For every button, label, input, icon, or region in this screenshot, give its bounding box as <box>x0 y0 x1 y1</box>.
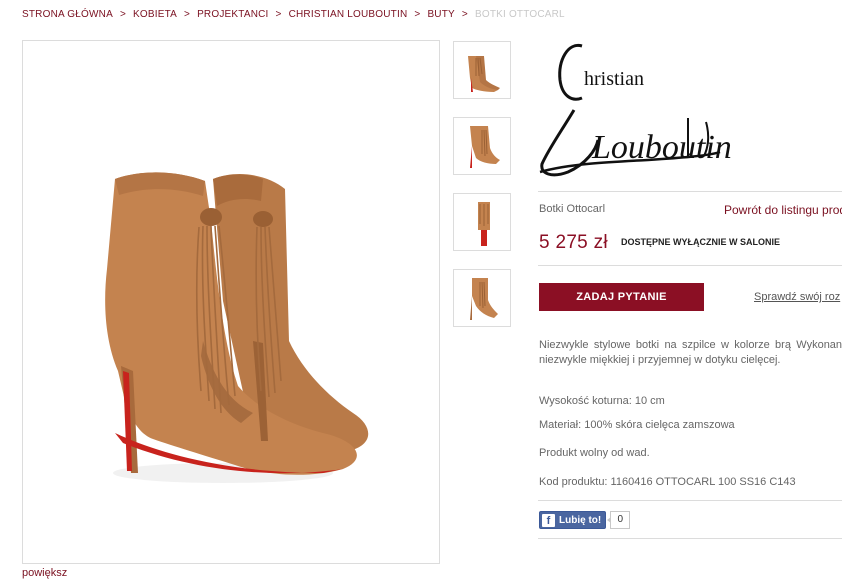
breadcrumb-shoes[interactable]: BUTY <box>427 9 454 20</box>
check-size-link[interactable]: Sprawdź swój roz <box>754 291 840 303</box>
divider <box>538 191 842 192</box>
thumbnail-4[interactable] <box>453 269 511 327</box>
breadcrumb-separator: > <box>184 9 191 20</box>
divider <box>538 265 842 266</box>
thumbnail-1[interactable] <box>453 41 511 99</box>
like-count: 0 <box>607 511 631 529</box>
product-code: Kod produktu: 1160416 OTTOCARL 100 SS16 … <box>539 476 796 488</box>
boot-pair-thumbnail-icon <box>468 56 500 92</box>
zoom-link[interactable]: powiększ <box>22 567 67 579</box>
boot-side-thumbnail-icon <box>470 126 500 168</box>
back-to-listing-link[interactable]: Powrót do listingu prod <box>724 203 842 217</box>
breadcrumb-current: BOTKI OTTOCARL <box>474 9 565 20</box>
heel-height-info: Wysokość koturna: 10 cm <box>539 395 665 407</box>
breadcrumb-home[interactable]: STRONA GŁÓWNA <box>22 9 113 20</box>
breadcrumb: STRONA GŁÓWNA > KOBIETA > PROJEKTANCI > CHRIST… <box>22 9 565 20</box>
material-info: Materiał: 100% skóra cielęca zamszowa <box>539 419 735 431</box>
brand-logo: hristian Louboutin <box>538 40 738 190</box>
breadcrumb-brand[interactable]: CHRISTIAN LOUBOUTIN <box>289 9 408 20</box>
breadcrumb-separator: > <box>461 9 468 20</box>
product-description: Niezwykle stylowe botki na szpilce w kol… <box>539 339 842 366</box>
condition-info: Produkt wolny od wad. <box>539 447 650 459</box>
thumbnail-2[interactable] <box>453 117 511 175</box>
ask-question-button[interactable]: ZADAJ PYTANIE <box>539 283 704 311</box>
facebook-like-widget: f Lubię to! 0 <box>539 511 631 529</box>
facebook-icon: f <box>542 513 555 527</box>
product-name: Botki Ottocarl <box>539 203 606 215</box>
logo-text-louboutin: Louboutin <box>591 129 732 166</box>
logo-text-christian: hristian <box>584 68 644 90</box>
product-price: 5 275 zł <box>539 232 608 253</box>
divider <box>538 538 842 539</box>
facebook-like-button[interactable]: f Lubię to! <box>539 511 607 529</box>
divider <box>538 500 842 501</box>
ankle-boots-illustration <box>105 172 369 483</box>
breadcrumb-designers[interactable]: PROJEKTANCI <box>197 9 268 20</box>
like-label: Lubię to! <box>559 514 602 526</box>
breadcrumb-separator: > <box>275 9 282 20</box>
christian-louboutin-logo-icon: hristian Louboutin <box>539 43 732 177</box>
breadcrumb-separator: > <box>119 9 126 20</box>
availability-note: DOSTĘPNE WYŁĄCZNIE W SALONIE <box>621 237 781 247</box>
boot-front-thumbnail-icon <box>470 278 498 320</box>
breadcrumb-women[interactable]: KOBIETA <box>133 9 177 20</box>
boot-back-thumbnail-icon <box>478 202 490 246</box>
thumbnail-3[interactable] <box>453 193 511 251</box>
main-product-image[interactable] <box>22 40 440 564</box>
breadcrumb-separator: > <box>414 9 421 20</box>
